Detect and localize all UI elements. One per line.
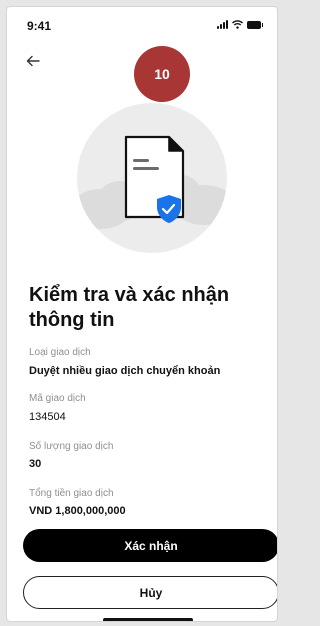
field-label-total-amount: Tổng tiền giao dịch <box>29 488 114 499</box>
step-badge: 10 <box>134 46 190 102</box>
field-value-transaction-count: 30 <box>29 458 42 470</box>
document-shield-check-icon <box>124 135 185 223</box>
field-value-total-amount: VND 1,800,000,000 <box>29 505 126 517</box>
field-label-transaction-type: Loại giao dịch <box>29 347 91 358</box>
back-button[interactable] <box>23 51 43 71</box>
page-title: Kiểm tra và xác nhận thông tin <box>29 284 230 331</box>
field-label-transaction-count: Số lượng giao dịch <box>29 441 114 452</box>
arrow-left-icon <box>26 55 40 67</box>
cancel-button[interactable]: Hủy <box>23 576 277 609</box>
illustration <box>77 103 227 253</box>
field-value-transaction-code: 134504 <box>29 411 66 423</box>
wifi-icon <box>232 20 243 29</box>
status-time: 9:41 <box>27 19 52 33</box>
status-icons <box>217 20 263 29</box>
phone-screen: 9:41 10 Kiểm tra và xác nhận thông tin L… <box>6 6 278 622</box>
signal-icon <box>217 20 228 29</box>
home-indicator <box>103 618 193 621</box>
field-value-transaction-type: Duyệt nhiều giao dịch chuyển khoản <box>29 365 221 377</box>
status-bar: 9:41 <box>7 7 277 37</box>
confirm-button[interactable]: Xác nhận <box>23 529 277 562</box>
battery-icon <box>247 21 263 29</box>
field-label-transaction-code: Mã giao dịch <box>29 393 86 404</box>
